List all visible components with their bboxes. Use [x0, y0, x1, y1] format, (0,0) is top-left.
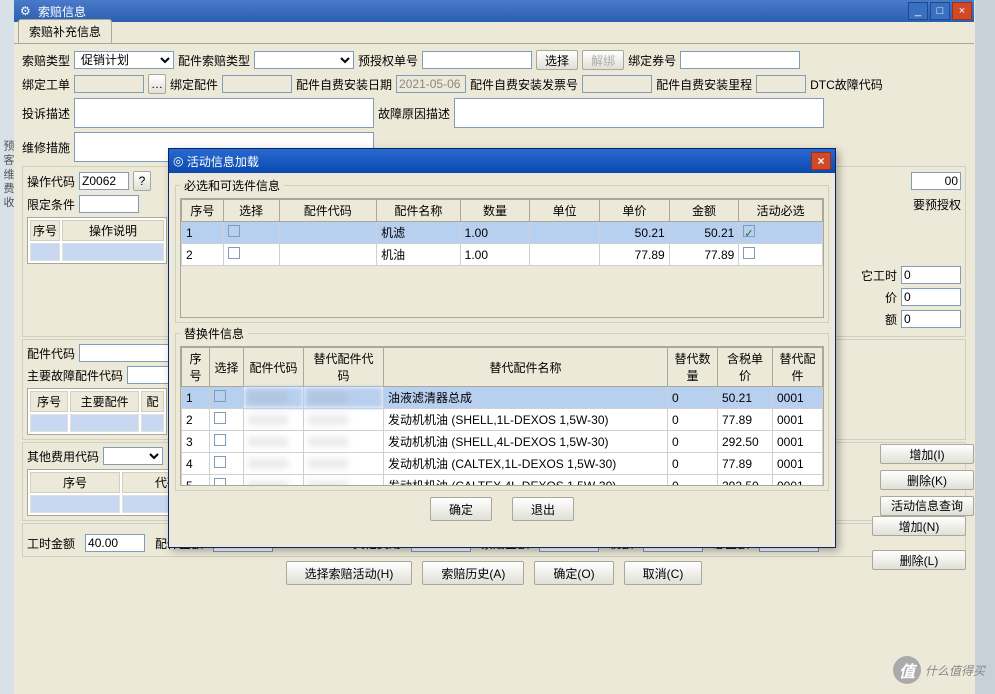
label-opcode: 操作代码: [27, 173, 75, 190]
other-hours-input[interactable]: [901, 266, 961, 284]
claim-type-select[interactable]: 促销计划: [74, 51, 174, 69]
checkbox[interactable]: [214, 456, 226, 468]
tab-claim-extra[interactable]: 索赔补充信息: [18, 19, 112, 43]
replacement-parts-legend: 替换件信息: [180, 325, 248, 342]
unknown-00-input[interactable]: [911, 172, 961, 190]
required-parts-scroll[interactable]: 序号 选择 配件代码 配件名称 数量 单位 单价 金额 活动必选 1: [180, 198, 824, 318]
maximize-button[interactable]: □: [930, 2, 950, 20]
otherfee-select[interactable]: [103, 447, 163, 465]
install-inv-input[interactable]: [582, 75, 652, 93]
checkbox[interactable]: [214, 412, 226, 424]
delete-button[interactable]: 删除(K): [880, 470, 974, 490]
app-icon: ⚙: [20, 4, 34, 18]
price-input[interactable]: [901, 288, 961, 306]
label-complaint: 投诉描述: [22, 105, 70, 122]
opcode-input[interactable]: [79, 172, 129, 190]
cancel-button[interactable]: 取消(C): [624, 561, 703, 585]
table-row[interactable]: 5 XXXXXXXXXX 发动机机油 (CALTEX,4L-DEXOS 1,5W…: [182, 475, 823, 487]
required-parts-legend: 必选和可选件信息: [180, 177, 284, 194]
amount-input[interactable]: [901, 310, 961, 328]
bind-ticket-input[interactable]: [680, 51, 800, 69]
label-bind-ticket: 绑定券号: [628, 52, 676, 69]
table-row[interactable]: 2 机油 1.00 77.89 77.89: [182, 244, 823, 266]
checkbox[interactable]: [214, 390, 226, 402]
select-claim-activity-button[interactable]: 选择索赔活动(H): [286, 561, 413, 585]
required-parts-table[interactable]: 序号 选择 配件代码 配件名称 数量 单位 单价 金额 活动必选 1: [181, 199, 823, 266]
dialog-footer: 确定 退出: [175, 497, 829, 521]
table-row[interactable]: 1 XXXXXXXXXX 油液滤清器总成0 50.210001: [182, 387, 823, 409]
label-preauth: 预授权单号: [358, 52, 418, 69]
bind-part-input[interactable]: [222, 75, 292, 93]
minimize-button[interactable]: _: [908, 2, 928, 20]
watermark: 值 什么值得买: [893, 656, 985, 684]
part-claim-type-select[interactable]: [254, 51, 354, 69]
table-row[interactable]: 2 XXXXXXXXXX 发动机机油 (SHELL,1L-DEXOS 1,5W-…: [182, 409, 823, 431]
cause-textarea[interactable]: [454, 98, 824, 128]
add2-button[interactable]: 增加(N): [872, 516, 966, 536]
dialog-close-button[interactable]: ×: [811, 152, 831, 170]
side-buttons: 增加(I) 删除(K) 活动信息查询(Q): [880, 444, 980, 516]
label-install-mileage: 配件自费安装里程: [656, 76, 752, 93]
label-bind-wo: 绑定工单: [22, 76, 70, 93]
opcode-grid[interactable]: 序号操作说明: [27, 217, 167, 264]
checkbox[interactable]: [228, 225, 240, 237]
table-row[interactable]: 3 XXXXXXXXXX 发动机机油 (SHELL,4L-DEXOS 1,5W-…: [182, 431, 823, 453]
part-grid[interactable]: 序号主要配件配: [27, 388, 167, 435]
window-title: 索赔信息: [38, 3, 86, 20]
label-install-inv: 配件自费安装发票号: [470, 76, 578, 93]
bind-wo-input[interactable]: [74, 75, 144, 93]
label-need-preauth: 要预授权: [913, 196, 961, 213]
tab-strip: 索赔补充信息: [14, 22, 974, 44]
opcode-help-button[interactable]: ?: [133, 171, 151, 191]
label-install-date: 配件自费安装日期: [296, 76, 392, 93]
label-claim-type: 索赔类型: [22, 52, 70, 69]
del2-button[interactable]: 删除(L): [872, 550, 966, 570]
label-cause: 故障原因描述: [378, 105, 450, 122]
add-button[interactable]: 增加(I): [880, 444, 974, 464]
select-button[interactable]: 选择: [536, 50, 578, 70]
dialog-titlebar: ◎ 活动信息加载 ×: [169, 149, 835, 173]
watermark-text: 什么值得买: [925, 662, 985, 679]
preauth-input[interactable]: [422, 51, 532, 69]
activity-query-button[interactable]: 活动信息查询(Q): [880, 496, 974, 516]
label-bind-part: 绑定配件: [170, 76, 218, 93]
ellipsis-button[interactable]: …: [148, 74, 166, 94]
checkbox[interactable]: [743, 225, 755, 237]
checkbox[interactable]: [214, 478, 226, 486]
title-bar: ⚙ 索赔信息 _ □ ×: [14, 0, 974, 22]
replacement-parts-table[interactable]: 序号 选择 配件代码 替代配件代码 替代配件名称 替代数量 含税单价 替代配件 …: [181, 347, 823, 486]
watermark-icon: 值: [893, 656, 921, 684]
checkbox[interactable]: [228, 247, 240, 259]
claim-history-button[interactable]: 索赔历史(A): [422, 561, 524, 585]
install-mileage-input[interactable]: [756, 75, 806, 93]
checkbox[interactable]: [743, 247, 755, 259]
complaint-textarea[interactable]: [74, 98, 374, 128]
label-dtc: DTC故障代码: [810, 76, 883, 93]
close-button[interactable]: ×: [952, 2, 972, 20]
replacement-parts-fieldset: 替换件信息 序号 选择 配件代码 替代配件代码 替代配件名称 替代数量 含税单价…: [175, 325, 829, 491]
dialog-ok-button[interactable]: 确定: [430, 497, 492, 521]
bottom-buttons: 选择索赔活动(H) 索赔历史(A) 确定(O) 取消(C): [22, 561, 966, 585]
dialog-exit-button[interactable]: 退出: [512, 497, 574, 521]
ok-button[interactable]: 确定(O): [534, 561, 613, 585]
table-row[interactable]: 4 XXXXXXXXXX 发动机机油 (CALTEX,1L-DEXOS 1,5W…: [182, 453, 823, 475]
limit-input[interactable]: [79, 195, 139, 213]
install-date-input[interactable]: [396, 75, 466, 93]
label-part-claim-type: 配件索赔类型: [178, 52, 250, 69]
labor-total[interactable]: [85, 534, 145, 552]
right-gutter: [975, 0, 995, 694]
table-row[interactable]: 1 机滤 1.00 50.21 50.21: [182, 222, 823, 244]
label-limit: 限定条件: [27, 196, 75, 213]
dialog-title: 活动信息加载: [187, 153, 259, 170]
unbind-button: 解绑: [582, 50, 624, 70]
activity-load-dialog: ◎ 活动信息加载 × 必选和可选件信息 序号 选择 配件代码 配件名称 数量 单…: [168, 148, 836, 548]
dialog-icon: ◎: [173, 154, 183, 168]
required-parts-fieldset: 必选和可选件信息 序号 选择 配件代码 配件名称 数量 单位 单价 金额 活动必…: [175, 177, 829, 323]
label-repair: 维修措施: [22, 139, 70, 156]
checkbox[interactable]: [214, 434, 226, 446]
partcode-input[interactable]: [79, 344, 179, 362]
left-gutter: 预 客 维 费 收: [0, 0, 14, 694]
replacement-parts-scroll[interactable]: 序号 选择 配件代码 替代配件代码 替代配件名称 替代数量 含税单价 替代配件 …: [180, 346, 824, 486]
